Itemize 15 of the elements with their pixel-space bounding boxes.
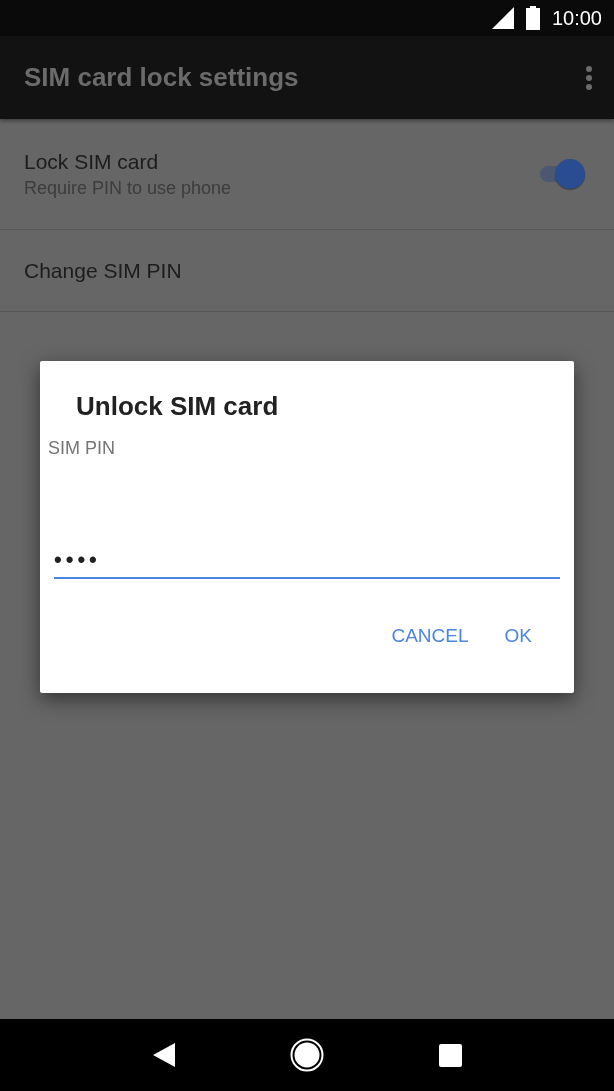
pin-input-field[interactable]: •••• — [54, 547, 560, 579]
back-icon[interactable] — [152, 1043, 175, 1067]
field-label: SIM PIN — [48, 438, 115, 459]
dialog-button[interactable]: OK — [496, 619, 540, 653]
recents-icon[interactable] — [438, 1043, 462, 1067]
battery-icon — [525, 6, 540, 30]
status-time: 10:00 — [551, 6, 602, 30]
dialog-title: Unlock SIM card — [76, 391, 279, 422]
dialog-button[interactable]: CANCEL — [383, 619, 477, 653]
setting-title: Lock SIM card — [24, 149, 160, 174]
home-icon[interactable] — [289, 1038, 324, 1072]
signal-icon — [491, 7, 514, 29]
app-bar-title: SIM card lock settings — [24, 62, 299, 93]
more-options-icon[interactable] — [586, 65, 592, 90]
setting-title[interactable]: Change SIM PIN — [24, 258, 182, 283]
